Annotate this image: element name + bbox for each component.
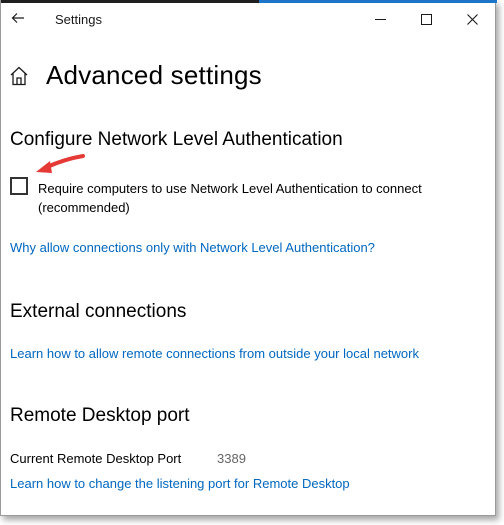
maximize-icon: [420, 14, 432, 25]
window-title: Settings: [55, 12, 102, 27]
close-button[interactable]: [449, 3, 495, 36]
change-port-link[interactable]: Learn how to change the listening port f…: [10, 476, 350, 491]
nla-info-link[interactable]: Why allow connections only with Network …: [10, 240, 375, 255]
nla-heading: Configure Network Level Authentication: [10, 129, 343, 150]
back-button[interactable]: [5, 4, 31, 32]
minimize-icon: [374, 19, 386, 20]
back-arrow-icon: [11, 13, 24, 23]
close-icon: [466, 14, 478, 25]
port-value: 3389: [217, 451, 246, 466]
settings-window: Settings Advanced settings Configure Net…: [0, 0, 497, 516]
page-title: Advanced settings: [46, 60, 262, 90]
red-arrow-annotation: [36, 154, 85, 173]
external-connections-link[interactable]: Learn how to allow remote connections fr…: [10, 346, 419, 361]
nla-checkbox-label[interactable]: Require computers to use Network Level A…: [38, 179, 478, 217]
minimize-button[interactable]: [357, 3, 403, 36]
external-connections-heading: External connections: [10, 301, 187, 322]
port-label: Current Remote Desktop Port: [10, 451, 182, 466]
nla-checkbox[interactable]: [10, 177, 28, 195]
title-bar: Settings: [1, 3, 495, 36]
remote-desktop-port-heading: Remote Desktop port: [10, 405, 190, 426]
home-icon[interactable]: [9, 65, 29, 87]
maximize-button[interactable]: [403, 3, 449, 36]
